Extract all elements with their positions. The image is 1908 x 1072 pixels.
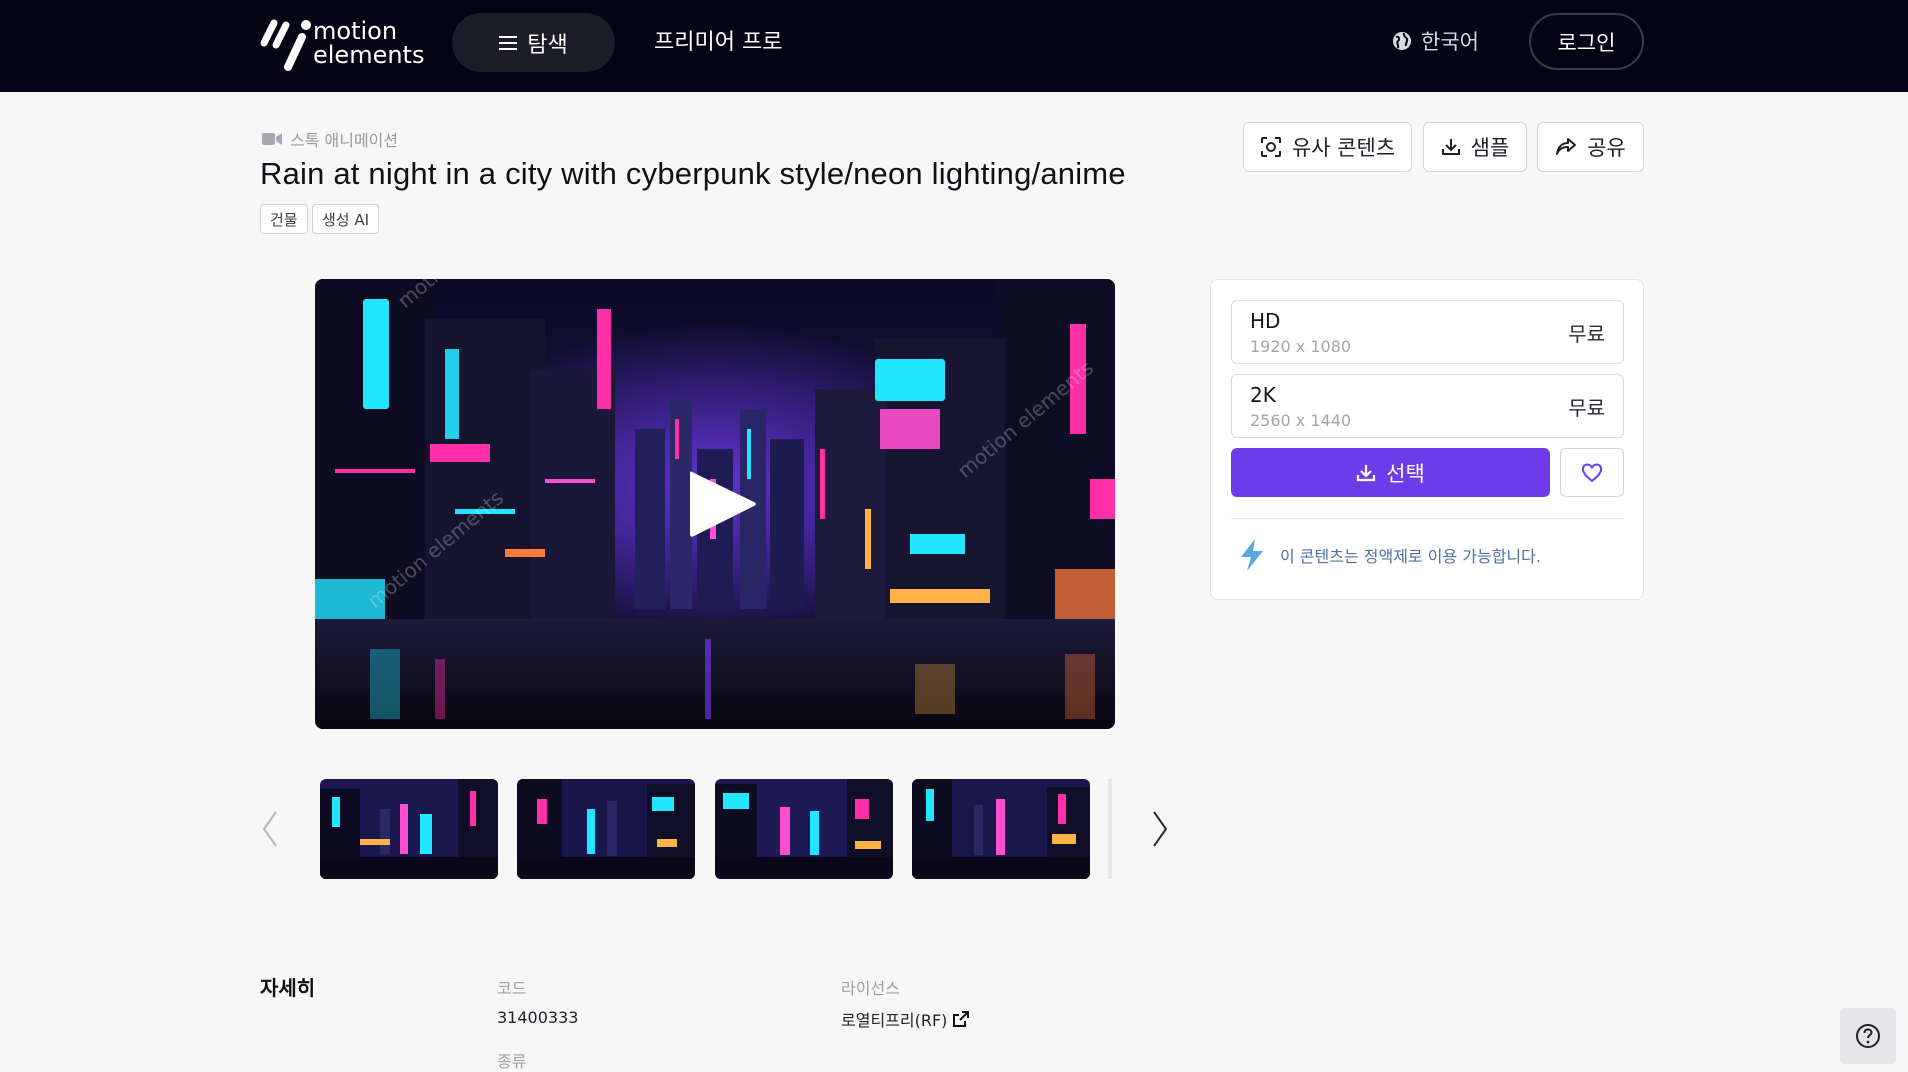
thumbnail-2[interactable] — [517, 779, 695, 879]
resolution-option-2k[interactable]: 2K 2560 x 1440 무료 — [1231, 374, 1624, 438]
external-link-icon — [953, 1011, 970, 1027]
code-value: 31400333 — [497, 1008, 578, 1027]
breadcrumb-category: 스톡 애니메이션 — [290, 131, 399, 150]
favorite-button[interactable] — [1560, 448, 1624, 497]
explore-menu-button[interactable]: 탐색 — [452, 13, 615, 72]
language-selector[interactable]: 한국어 — [1392, 26, 1479, 56]
panel-divider — [1231, 518, 1624, 519]
tag-building[interactable]: 건물 — [260, 204, 308, 234]
license-link[interactable]: 로열티프리(RF) — [841, 1007, 970, 1031]
menu-icon — [499, 35, 518, 50]
logo-mark-icon — [260, 19, 311, 71]
help-button[interactable] — [1840, 1008, 1896, 1064]
sample-download-button[interactable]: 샘플 — [1423, 122, 1527, 172]
option-resolution: 2560 x 1440 — [1250, 411, 1352, 430]
option-name: 2K — [1250, 383, 1276, 407]
login-button[interactable]: 로그인 — [1529, 13, 1644, 70]
details-heading: 자세히 — [260, 976, 316, 1000]
option-price: 무료 — [1568, 322, 1605, 346]
thumbnail-5-edge — [1108, 779, 1112, 879]
tag-generative-ai[interactable]: 생성 AI — [312, 204, 380, 234]
download-icon — [1357, 464, 1376, 481]
focus-scan-icon — [1260, 137, 1281, 157]
thumbnail-4[interactable] — [912, 779, 1090, 879]
heart-icon — [1581, 462, 1603, 482]
option-resolution: 1920 x 1080 — [1250, 337, 1352, 356]
video-camera-icon — [262, 133, 282, 145]
question-mark-icon — [1856, 1024, 1880, 1048]
type-label: 종류 — [497, 1052, 527, 1071]
subscription-note: 이 콘텐츠는 정액제로 이용 가능합니다. — [1238, 538, 1541, 572]
logo-wordmark[interactable]: motion elements — [313, 19, 424, 67]
explore-label: 탐색 — [527, 32, 568, 58]
play-icon[interactable] — [686, 468, 758, 540]
subscription-note-text: 이 콘텐츠는 정액제로 이용 가능합니다. — [1280, 547, 1541, 566]
select-download-button[interactable]: 선택 — [1231, 448, 1550, 497]
share-icon — [1556, 138, 1577, 155]
license-value-text: 로열티프리(RF) — [841, 1011, 948, 1030]
premiere-pro-link[interactable]: 프리미어 프로 — [654, 24, 782, 56]
lightning-icon — [1241, 539, 1263, 571]
similar-content-label: 유사 콘텐츠 — [1291, 136, 1396, 160]
code-value-text: 31400333 — [497, 1008, 579, 1027]
resolution-option-hd[interactable]: HD 1920 x 1080 무료 — [1231, 300, 1624, 364]
license-label: 라이선스 — [841, 979, 900, 998]
similar-content-button[interactable]: 유사 콘텐츠 — [1243, 122, 1412, 172]
select-label: 선택 — [1386, 461, 1425, 486]
thumbnails-next-arrow-icon[interactable] — [1148, 808, 1172, 850]
logo-wordmark-line1: motion — [313, 17, 398, 45]
option-name: HD — [1250, 309, 1281, 333]
page-title: Rain at night in a city with cyberpunk s… — [260, 156, 1126, 191]
sample-label: 샘플 — [1470, 136, 1510, 160]
logo-wordmark-line2: elements — [313, 41, 425, 69]
thumbnail-2-image — [517, 779, 695, 879]
thumbnail-3[interactable] — [715, 779, 893, 879]
globe-icon — [1393, 32, 1411, 50]
download-icon — [1441, 139, 1460, 155]
code-label: 코드 — [497, 979, 527, 998]
breadcrumb[interactable]: 스톡 애니메이션 — [262, 127, 398, 151]
option-price: 무료 — [1568, 396, 1605, 420]
language-label: 한국어 — [1421, 30, 1479, 54]
share-button[interactable]: 공유 — [1537, 122, 1644, 172]
share-label: 공유 — [1587, 136, 1626, 160]
thumbnail-4-image — [912, 779, 1090, 879]
thumbnails-prev-arrow-icon[interactable] — [258, 808, 282, 850]
thumbnail-1-image — [320, 779, 498, 879]
thumbnail-1[interactable] — [320, 779, 498, 879]
thumbnail-3-image — [715, 779, 893, 879]
